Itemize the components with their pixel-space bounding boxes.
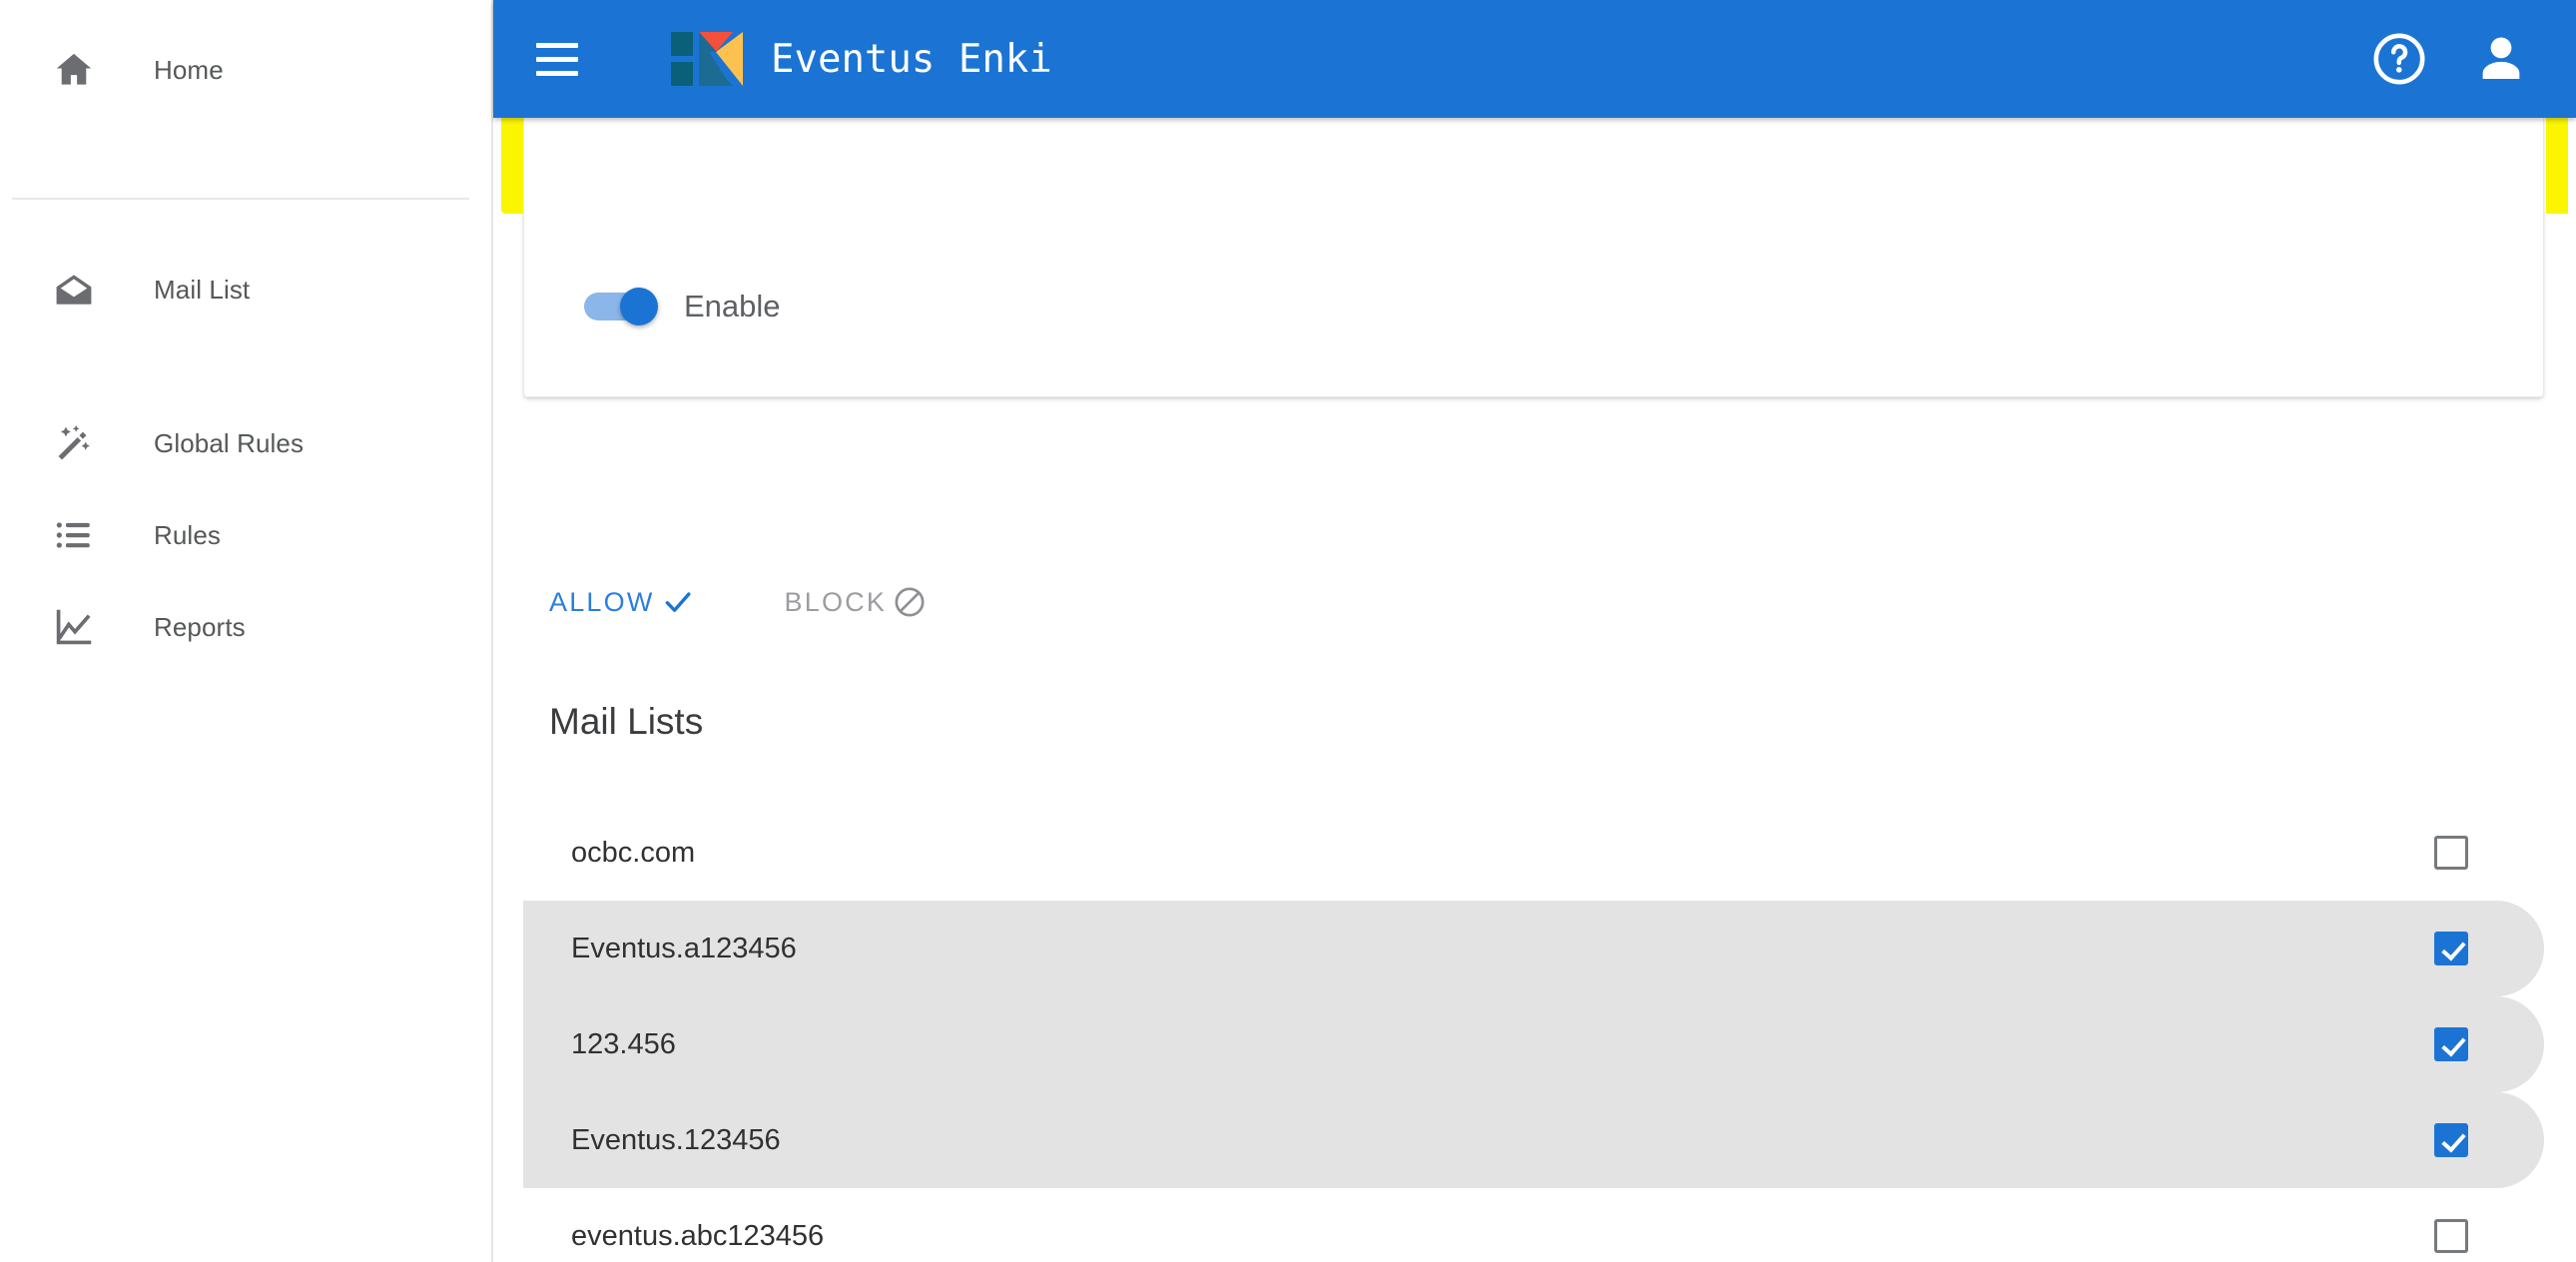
block-circle-icon <box>895 587 925 617</box>
toggle-knob <box>620 288 658 325</box>
enable-toggle[interactable] <box>584 288 662 325</box>
yellow-strip-left <box>501 118 523 214</box>
enable-card: Enable <box>523 118 2544 397</box>
mail-list-row[interactable]: Eventus.123456 <box>523 1092 2544 1188</box>
mail-list-row-label: Eventus.123456 <box>571 1123 781 1156</box>
check-icon <box>665 592 690 612</box>
tab-allow-label: ALLOW <box>549 586 655 617</box>
hamburger-line <box>536 56 578 62</box>
sidebar-item-label: Home <box>154 54 224 85</box>
yellow-strip-right <box>2546 118 2568 214</box>
envelope-icon <box>46 262 102 317</box>
eventus-logo-icon <box>671 32 743 86</box>
app-root: Home Mail List Global Rules Rules Report… <box>0 0 2576 1262</box>
sidebar-item-global-rules[interactable]: Global Rules <box>0 395 493 491</box>
checkbox-unchecked-icon <box>2434 836 2468 870</box>
mail-list-row-checkbox[interactable] <box>2434 836 2468 870</box>
hamburger-line <box>536 42 578 48</box>
sidebar-item-mail-list[interactable]: Mail List <box>0 242 493 337</box>
mail-list-row-checkbox[interactable] <box>2434 1027 2468 1061</box>
sidebar-item-label: Mail List <box>154 274 251 305</box>
list-icon <box>46 507 102 563</box>
enable-label: Enable <box>684 289 781 323</box>
home-icon <box>46 42 102 98</box>
sidebar-item-label: Reports <box>154 611 246 642</box>
tab-block-label: BLOCK <box>784 586 888 617</box>
mail-list-row[interactable]: ocbc.com <box>523 805 2544 901</box>
sidebar: Home Mail List Global Rules Rules Report… <box>0 0 493 1262</box>
line-chart-icon <box>46 599 102 655</box>
hamburger-menu-icon[interactable] <box>527 29 587 89</box>
sidebar-item-rules[interactable]: Rules <box>0 487 493 583</box>
magic-wand-icon <box>46 415 102 471</box>
page-title: Mail Lists <box>549 701 704 742</box>
topbar-actions <box>2370 30 2530 88</box>
brand[interactable]: Eventus Enki <box>671 26 1052 92</box>
tab-allow[interactable]: ALLOW <box>549 585 695 619</box>
mail-list-row[interactable]: eventus.abc123456 <box>523 1188 2544 1262</box>
sidebar-item-home[interactable]: Home <box>0 22 493 118</box>
mail-list-row[interactable]: 123.456 <box>523 996 2544 1092</box>
checkbox-unchecked-icon <box>2434 1219 2468 1253</box>
help-circle-icon[interactable] <box>2370 30 2428 88</box>
checkbox-checked-icon <box>2434 1123 2468 1157</box>
mail-list-row-label: eventus.abc123456 <box>571 1219 825 1252</box>
checkbox-checked-icon <box>2434 932 2468 965</box>
enable-toggle-row[interactable]: Enable <box>584 288 781 325</box>
sidebar-item-label: Global Rules <box>154 427 305 458</box>
main-content: Enable ALLOW BLOCK Mail Lists ocbc.com Ev… <box>495 118 2576 1262</box>
mail-list-row-label: 123.456 <box>571 1027 676 1060</box>
sidebar-item-label: Rules <box>154 519 221 550</box>
app-title: Eventus Enki <box>771 36 1052 82</box>
mail-list-row-label: ocbc.com <box>571 836 696 869</box>
tab-block[interactable]: BLOCK <box>785 585 928 619</box>
allow-block-tabs: ALLOW BLOCK <box>549 585 927 619</box>
top-app-bar: Eventus Enki <box>493 0 2576 118</box>
sidebar-item-reports[interactable]: Reports <box>0 579 493 675</box>
hamburger-line <box>536 70 578 76</box>
mail-list-row-checkbox[interactable] <box>2434 1123 2468 1157</box>
account-person-icon[interactable] <box>2472 30 2530 88</box>
sidebar-item-mail-list-spacer <box>0 130 493 226</box>
mail-list-container: ocbc.com Eventus.a123456 123.456 Eventus.12… <box>523 805 2544 1262</box>
checkbox-checked-icon <box>2434 1027 2468 1061</box>
mail-list-row-label: Eventus.a123456 <box>571 932 797 964</box>
mail-list-row-checkbox[interactable] <box>2434 1219 2468 1253</box>
mail-list-row-checkbox[interactable] <box>2434 932 2468 965</box>
mail-list-row[interactable]: Eventus.a123456 <box>523 901 2544 996</box>
